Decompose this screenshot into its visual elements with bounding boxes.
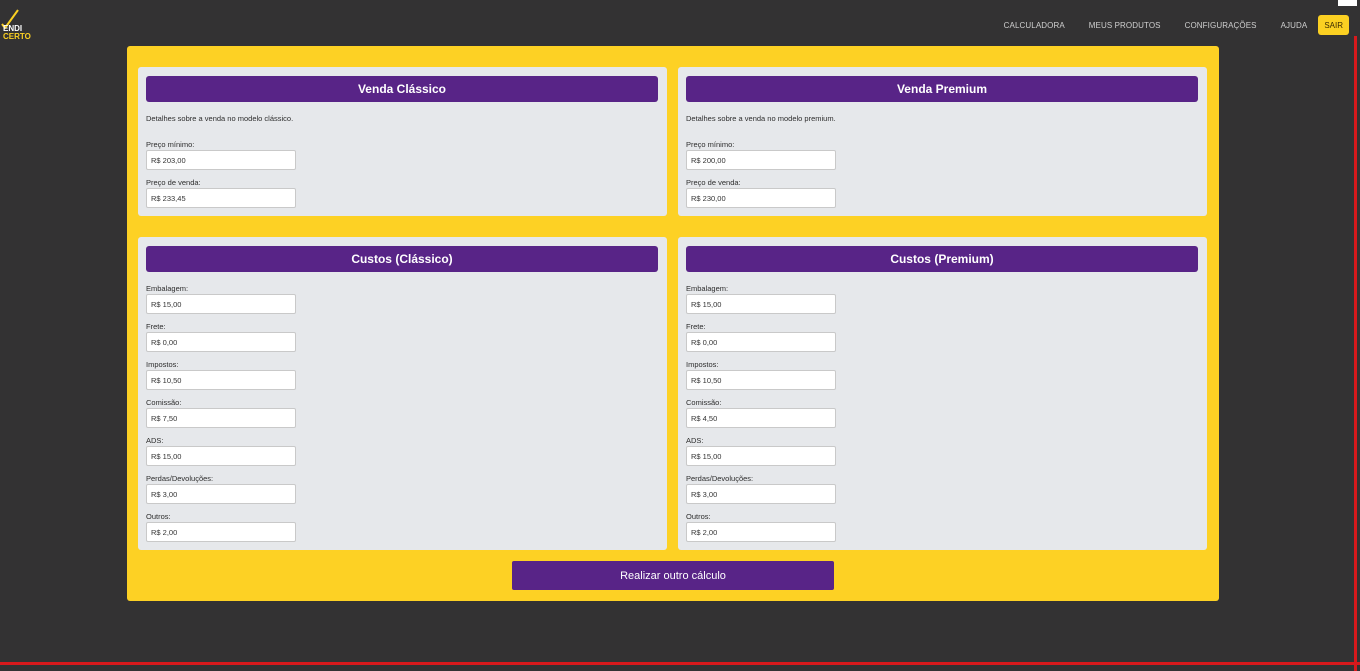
field-label: Frete: <box>686 322 706 331</box>
custos-premium-card: Custos (Premium) Embalagem: R$ 15,00 Fre… <box>678 237 1207 550</box>
field-label: Preço mínimo: <box>146 140 195 149</box>
impostos-classico-field: Impostos: R$ 10,50 <box>146 360 296 390</box>
field-label: Embalagem: <box>686 284 729 293</box>
field-label: Perdas/Devoluções: <box>146 474 214 483</box>
window-corner <box>1338 0 1357 6</box>
venda-classico-card: Venda Clássico Detalhes sobre a venda no… <box>138 67 667 216</box>
field-label: Frete: <box>146 322 166 331</box>
custos-premium-title: Custos (Premium) <box>686 246 1198 272</box>
frete-classico-input[interactable]: R$ 0,00 <box>146 332 296 352</box>
preco-venda-premium-field: Preço de venda: R$ 230,00 <box>686 178 836 208</box>
frete-premium-field: Frete: R$ 0,00 <box>686 322 836 352</box>
comissao-premium-input[interactable]: R$ 4,50 <box>686 408 836 428</box>
frete-premium-input[interactable]: R$ 0,00 <box>686 332 836 352</box>
nav-calculadora[interactable]: CALCULADORA <box>1004 17 1065 34</box>
preco-venda-classico-input[interactable]: R$ 233,45 <box>146 188 296 208</box>
field-label: Embalagem: <box>146 284 189 293</box>
outros-premium-input[interactable]: R$ 2,00 <box>686 522 836 542</box>
embalagem-classico-field: Embalagem: R$ 15,00 <box>146 284 296 314</box>
ads-premium-input[interactable]: R$ 15,00 <box>686 446 836 466</box>
top-nav: CALCULADORA MEUS PRODUTOS CONFIGURAÇÕES … <box>1004 15 1349 35</box>
field-label: ADS: <box>146 436 164 445</box>
field-label: Preço de venda: <box>686 178 741 187</box>
comissao-premium-field: Comissão: R$ 4,50 <box>686 398 836 428</box>
logout-button[interactable]: SAIR <box>1318 15 1349 35</box>
field-label: Outros: <box>686 512 711 521</box>
impostos-premium-input[interactable]: R$ 10,50 <box>686 370 836 390</box>
outros-classico-input[interactable]: R$ 2,00 <box>146 522 296 542</box>
field-label: Impostos: <box>146 360 179 369</box>
preco-venda-classico-field: Preço de venda: R$ 233,45 <box>146 178 296 208</box>
embalagem-classico-input[interactable]: R$ 15,00 <box>146 294 296 314</box>
venda-classico-title: Venda Clássico <box>146 76 658 102</box>
perdas-classico-field: Perdas/Devoluções: R$ 3,00 <box>146 474 296 504</box>
outros-classico-field: Outros: R$ 2,00 <box>146 512 296 542</box>
embalagem-premium-input[interactable]: R$ 15,00 <box>686 294 836 314</box>
venda-premium-title: Venda Premium <box>686 76 1198 102</box>
comissao-classico-field: Comissão: R$ 7,50 <box>146 398 296 428</box>
outros-premium-field: Outros: R$ 2,00 <box>686 512 836 542</box>
field-label: Outros: <box>146 512 171 521</box>
right-edge-border <box>1354 36 1357 671</box>
field-label: ADS: <box>686 436 704 445</box>
impostos-premium-field: Impostos: R$ 10,50 <box>686 360 836 390</box>
perdas-premium-input[interactable]: R$ 3,00 <box>686 484 836 504</box>
perdas-premium-field: Perdas/Devoluções: R$ 3,00 <box>686 474 836 504</box>
nav-meus-produtos[interactable]: MEUS PRODUTOS <box>1089 17 1161 34</box>
preco-minimo-premium-input[interactable]: R$ 200,00 <box>686 150 836 170</box>
preco-minimo-classico-input[interactable]: R$ 203,00 <box>146 150 296 170</box>
custos-classico-card: Custos (Clássico) Embalagem: R$ 15,00 Fr… <box>138 237 667 550</box>
embalagem-premium-field: Embalagem: R$ 15,00 <box>686 284 836 314</box>
field-label: Preço de venda: <box>146 178 201 187</box>
field-label: Preço mínimo: <box>686 140 735 149</box>
custos-classico-title: Custos (Clássico) <box>146 246 658 272</box>
venda-premium-description: Detalhes sobre a venda no modelo premium… <box>686 114 836 123</box>
nav-ajuda[interactable]: AJUDA <box>1281 17 1308 34</box>
app-logo[interactable]: ENDI CERTO <box>0 9 40 43</box>
results-panel: Venda Clássico Detalhes sobre a venda no… <box>127 46 1219 601</box>
venda-premium-card: Venda Premium Detalhes sobre a venda no … <box>678 67 1207 216</box>
preco-minimo-premium-field: Preço mínimo: R$ 200,00 <box>686 140 836 170</box>
recalculate-button[interactable]: Realizar outro cálculo <box>512 561 834 590</box>
impostos-classico-input[interactable]: R$ 10,50 <box>146 370 296 390</box>
comissao-classico-input[interactable]: R$ 7,50 <box>146 408 296 428</box>
preco-venda-premium-input[interactable]: R$ 230,00 <box>686 188 836 208</box>
perdas-classico-input[interactable]: R$ 3,00 <box>146 484 296 504</box>
field-label: Comissão: <box>146 398 182 407</box>
logo-text-bottom: CERTO <box>3 32 31 41</box>
venda-classico-description: Detalhes sobre a venda no modelo clássic… <box>146 114 294 123</box>
preco-minimo-classico-field: Preço mínimo: R$ 203,00 <box>146 140 296 170</box>
ads-premium-field: ADS: R$ 15,00 <box>686 436 836 466</box>
field-label: Comissão: <box>686 398 722 407</box>
ads-classico-field: ADS: R$ 15,00 <box>146 436 296 466</box>
frete-classico-field: Frete: R$ 0,00 <box>146 322 296 352</box>
bottom-edge-border <box>0 662 1360 665</box>
field-label: Impostos: <box>686 360 719 369</box>
nav-configuracoes[interactable]: CONFIGURAÇÕES <box>1185 17 1257 34</box>
field-label: Perdas/Devoluções: <box>686 474 754 483</box>
ads-classico-input[interactable]: R$ 15,00 <box>146 446 296 466</box>
